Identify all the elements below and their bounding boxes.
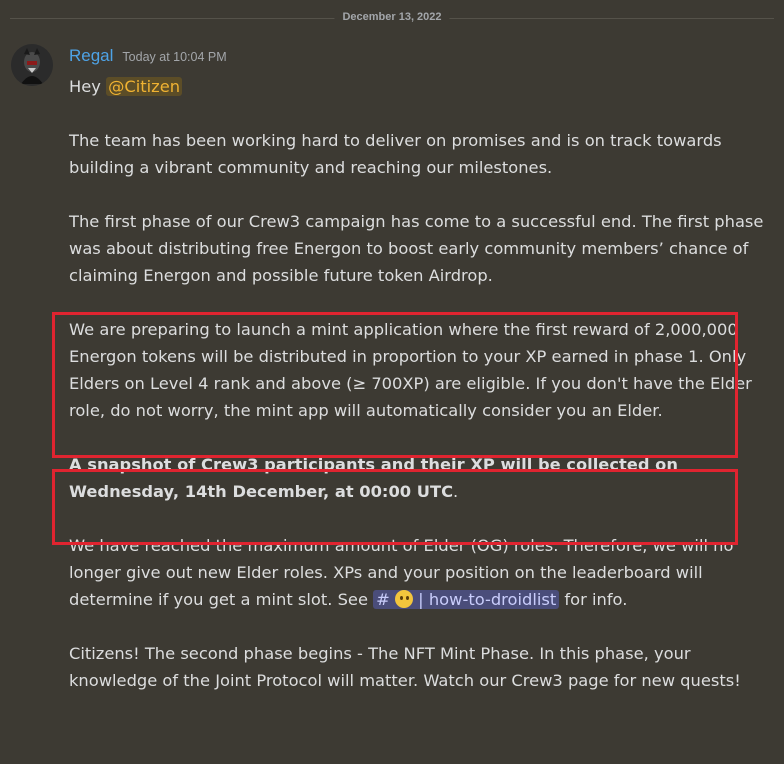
paragraph-phase-one: The first phase of our Crew3 campaign ha… (69, 212, 764, 285)
paragraph-second-phase: Citizens! The second phase begins - The … (69, 644, 741, 690)
avatar-image (11, 44, 53, 86)
user-mention[interactable]: @Citizen (106, 77, 183, 96)
message-header: Regal Today at 10:04 PM (69, 46, 227, 70)
greeting-text: Hey (69, 77, 107, 96)
paragraph-mint-app: We are preparing to launch a mint applic… (69, 320, 752, 420)
date-divider: December 13, 2022 (0, 8, 784, 30)
elder-roles-tail: for info. (559, 590, 628, 609)
paragraph-progress: The team has been working hard to delive… (69, 131, 722, 177)
message-timestamp[interactable]: Today at 10:04 PM (122, 50, 226, 64)
divider-date: December 13, 2022 (334, 11, 450, 23)
paragraph-snapshot: A snapshot of Crew3 participants and the… (69, 451, 769, 505)
paragraph-elder-roles: We have reached the maximum amount of El… (69, 532, 769, 613)
author-name[interactable]: Regal (69, 46, 113, 66)
avatar[interactable] (11, 44, 53, 86)
channel-hash-icon: # (376, 590, 390, 609)
channel-name: how-to-droidlist (428, 590, 557, 609)
channel-mention[interactable]: # | how-to-droidlist (373, 590, 560, 609)
greeting-line: Hey @Citizen (69, 73, 769, 100)
snapshot-bold-text: A snapshot of Crew3 participants and the… (69, 455, 678, 501)
message-content: Hey @Citizen The team has been working h… (69, 73, 769, 694)
thinking-face-emoji-icon (395, 590, 413, 608)
snapshot-tail: . (453, 482, 459, 501)
